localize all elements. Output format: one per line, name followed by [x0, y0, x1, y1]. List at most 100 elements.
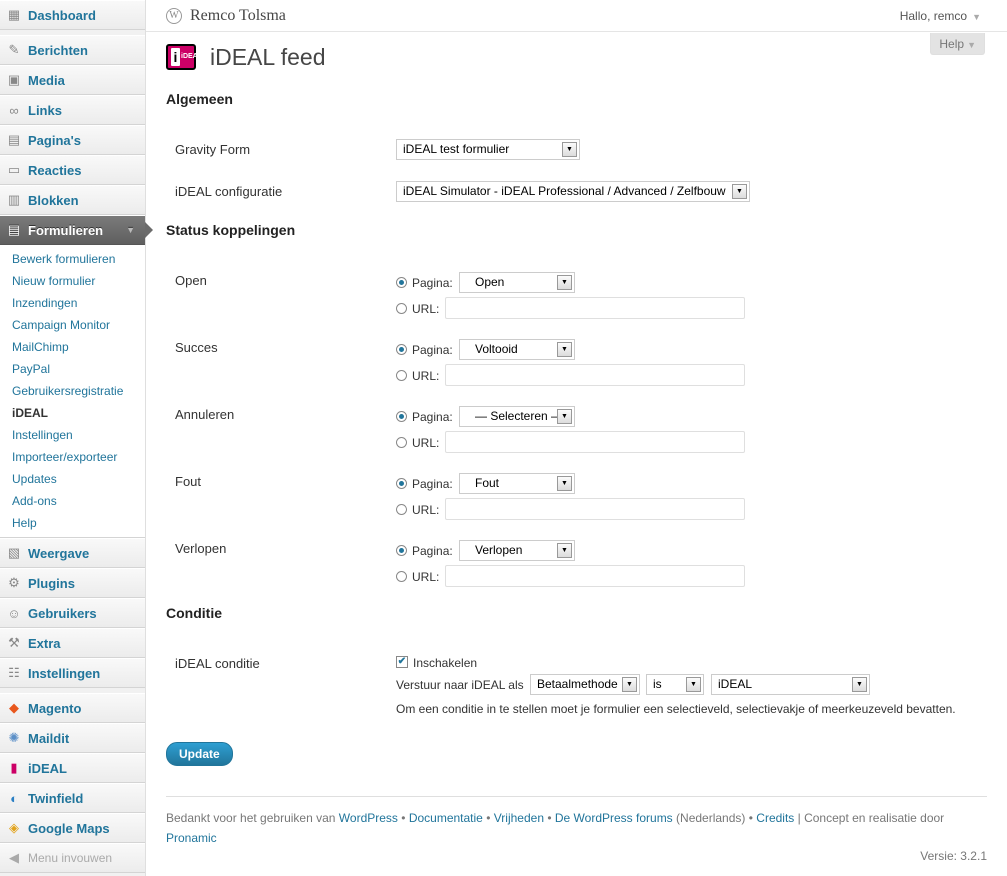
- maildit-icon: ✺: [8, 730, 20, 745]
- menu-plugins[interactable]: ⚙ Plugins: [0, 568, 145, 598]
- section-algemeen-heading: Algemeen: [166, 91, 233, 107]
- menu-berichten[interactable]: ✎ Berichten: [0, 35, 145, 65]
- submenu-help[interactable]: Help: [0, 512, 145, 534]
- dropdown-arrow-icon: ▼: [686, 677, 701, 692]
- main-content: i iDEAL iDEAL feed Algemeen Gravity Form …: [146, 32, 1007, 876]
- status-succes-url-radio[interactable]: [396, 370, 407, 381]
- formulieren-submenu: Bewerk formulieren Nieuw formulier Inzen…: [0, 245, 145, 538]
- status-verlopen-page-select[interactable]: Verlopen ▼: [459, 540, 575, 561]
- status-verlopen-page-radio[interactable]: [396, 545, 407, 556]
- menu-formulieren[interactable]: ▤ Formulieren ▼: [0, 215, 153, 245]
- section-conditie-heading: Conditie: [166, 605, 222, 621]
- status-fout-page-radio[interactable]: [396, 478, 407, 489]
- menu-maildit[interactable]: ✺ Maildit: [0, 723, 145, 753]
- footer-link-forums[interactable]: De WordPress forums: [555, 811, 673, 825]
- menu-extra[interactable]: ⚒ Extra: [0, 628, 145, 658]
- status-fout-page-label: Pagina:: [412, 477, 453, 491]
- users-icon: ☺: [7, 605, 21, 621]
- condition-operator-select[interactable]: is ▼: [646, 674, 704, 695]
- menu-paginas[interactable]: ▤ Pagina's: [0, 125, 145, 155]
- status-succes-page-radio[interactable]: [396, 344, 407, 355]
- status-annuleren-page-select[interactable]: — Selecteren — ▼: [459, 406, 575, 427]
- status-annuleren-url-input[interactable]: [445, 431, 745, 453]
- submenu-gebruikersregistratie[interactable]: Gebruikersregistratie: [0, 380, 145, 402]
- menu-gebruikers[interactable]: ☺ Gebruikers: [0, 598, 145, 628]
- status-open-page-label: Pagina:: [412, 276, 453, 290]
- dashboard-icon: ▦: [7, 7, 21, 22]
- status-succes-url-input[interactable]: [445, 364, 745, 386]
- submenu-nieuw-formulier[interactable]: Nieuw formulier: [0, 270, 145, 292]
- dropdown-arrow-icon: ▼: [732, 184, 747, 199]
- submenu-updates[interactable]: Updates: [0, 468, 145, 490]
- footer-link-pronamic[interactable]: Pronamic: [166, 831, 217, 845]
- status-verlopen-url-radio[interactable]: [396, 571, 407, 582]
- condition-field-select[interactable]: Betaalmethode ▼: [530, 674, 640, 695]
- user-menu[interactable]: Hallo, remco ▼: [900, 9, 981, 23]
- dropdown-arrow-icon: ▼: [557, 275, 572, 290]
- menu-magento[interactable]: ◆ Magento: [0, 693, 145, 723]
- dropdown-arrow-icon: ▼: [562, 142, 577, 157]
- menu-weergave[interactable]: ▧ Weergave: [0, 538, 145, 568]
- status-fout-url-label: URL:: [412, 503, 440, 517]
- status-open-page-select[interactable]: Open ▼: [459, 272, 575, 293]
- dropdown-arrow-icon: ▼: [557, 342, 572, 357]
- collapse-arrow-icon: ◀: [9, 850, 19, 865]
- enable-condition-checkbox[interactable]: ✔: [396, 656, 408, 668]
- dropdown-arrow-icon: ▼: [557, 409, 572, 424]
- submenu-instellingen[interactable]: Instellingen: [0, 424, 145, 446]
- status-annuleren-url-radio[interactable]: [396, 437, 407, 448]
- submenu-importeer-exporteer[interactable]: Importeer/exporteer: [0, 446, 145, 468]
- submenu-paypal[interactable]: PayPal: [0, 358, 145, 380]
- status-fout-url-radio[interactable]: [396, 504, 407, 515]
- status-annuleren-page-radio[interactable]: [396, 411, 407, 422]
- menu-twinfield[interactable]: ◐ Twinfield: [0, 783, 145, 813]
- footer-link-docs[interactable]: Documentatie: [409, 811, 483, 825]
- menu-links[interactable]: ∞ Links: [0, 95, 145, 125]
- enable-condition-label: Inschakelen: [413, 656, 478, 670]
- footer-link-wordpress[interactable]: WordPress: [339, 811, 398, 825]
- settings-icon: ☷: [8, 665, 20, 680]
- status-fout-page-select[interactable]: Fout ▼: [459, 473, 575, 494]
- status-label-succes: Succes: [175, 340, 218, 355]
- appearance-icon: ▧: [7, 545, 21, 560]
- site-title[interactable]: W Remco Tolsma: [166, 7, 286, 25]
- menu-google-maps[interactable]: ◈ Google Maps: [0, 813, 145, 843]
- blocks-icon: ▥: [7, 192, 21, 207]
- footer-text: Bedankt voor het gebruiken van WordPress…: [166, 811, 945, 845]
- menu-media[interactable]: ▣ Media: [0, 65, 145, 95]
- submenu-campaign-monitor[interactable]: Campaign Monitor: [0, 314, 145, 336]
- menu-blokken[interactable]: ▥ Blokken: [0, 185, 145, 215]
- footer-link-credits[interactable]: Credits: [756, 811, 794, 825]
- menu-instellingen[interactable]: ☷ Instellingen: [0, 658, 145, 688]
- status-verlopen-url-label: URL:: [412, 570, 440, 584]
- version-text: Versie: 3.2.1: [920, 849, 987, 863]
- condition-value-select[interactable]: iDEAL ▼: [711, 674, 870, 695]
- status-succes-page-label: Pagina:: [412, 343, 453, 357]
- status-verlopen-url-input[interactable]: [445, 565, 745, 587]
- update-button[interactable]: Update: [166, 742, 233, 766]
- dropdown-arrow-icon: ▼: [622, 677, 637, 692]
- footer-link-freedoms[interactable]: Vrijheden: [494, 811, 544, 825]
- pages-icon: ▤: [7, 132, 21, 147]
- links-icon: ∞: [9, 102, 19, 118]
- ideal-icon: ▮: [10, 760, 18, 775]
- status-succes-page-select[interactable]: Voltooid ▼: [459, 339, 575, 360]
- ideal-config-select[interactable]: iDEAL Simulator - iDEAL Professional / A…: [396, 181, 750, 202]
- collapse-menu-button[interactable]: ◀ Menu invouwen: [0, 843, 145, 873]
- gravity-form-select[interactable]: iDEAL test formulier ▼: [396, 139, 580, 160]
- menu-reacties[interactable]: ▭ Reacties: [0, 155, 145, 185]
- dropdown-arrow-icon: ▼: [557, 476, 572, 491]
- status-open-url-input[interactable]: [445, 297, 745, 319]
- submenu-bewerk-formulieren[interactable]: Bewerk formulieren: [0, 248, 145, 270]
- submenu-inzendingen[interactable]: Inzendingen: [0, 292, 145, 314]
- status-fout-url-input[interactable]: [445, 498, 745, 520]
- submenu-ideal[interactable]: iDEAL: [0, 402, 145, 424]
- status-open-url-radio[interactable]: [396, 303, 407, 314]
- submenu-add-ons[interactable]: Add-ons: [0, 490, 145, 512]
- menu-dashboard[interactable]: ▦ Dashboard: [0, 0, 145, 30]
- menu-ideal[interactable]: ▮ iDEAL: [0, 753, 145, 783]
- status-label-annuleren: Annuleren: [175, 407, 235, 422]
- submenu-mailchimp[interactable]: MailChimp: [0, 336, 145, 358]
- status-open-page-radio[interactable]: [396, 277, 407, 288]
- status-annuleren-page-label: Pagina:: [412, 410, 453, 424]
